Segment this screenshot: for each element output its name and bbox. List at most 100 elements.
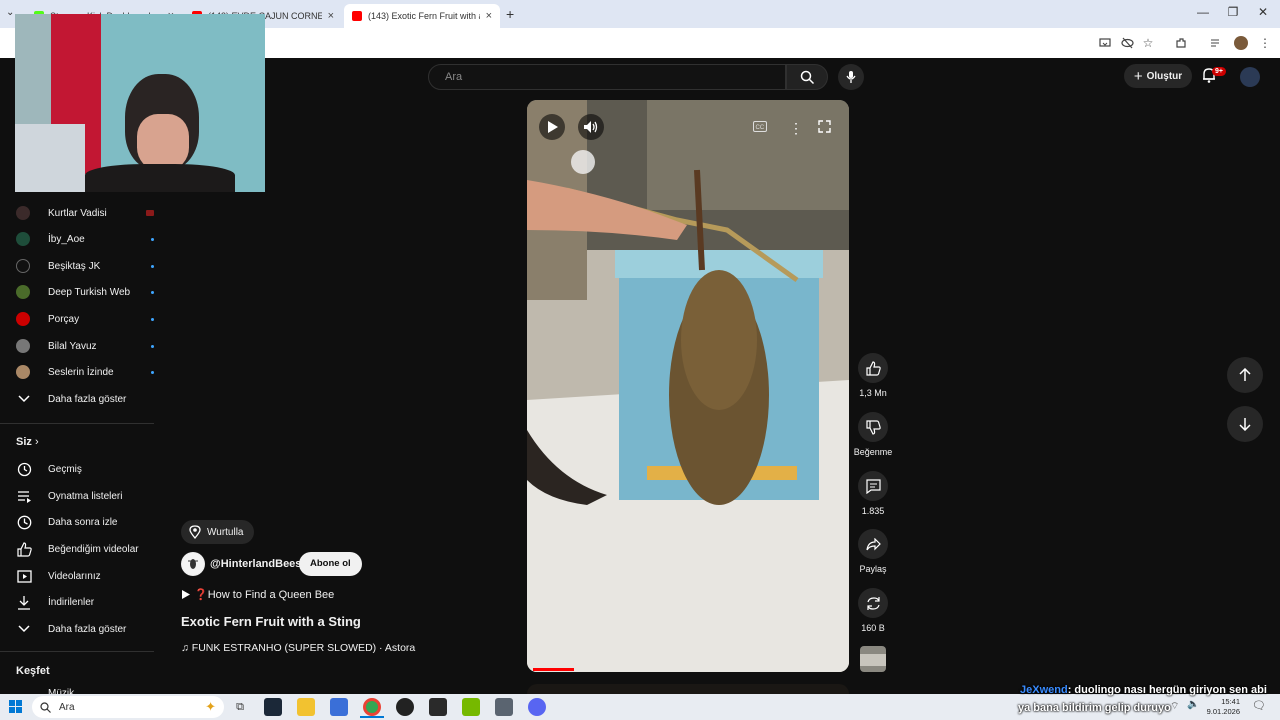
profile-avatar[interactable] xyxy=(1232,34,1250,52)
sidebar-item-playlists[interactable]: Oynatma listeleri xyxy=(16,483,154,509)
chat-username: JeXwend xyxy=(1020,684,1068,696)
wifi-icon[interactable]: ⌔ xyxy=(1170,700,1179,713)
extensions-icon[interactable] xyxy=(1172,34,1190,52)
sidebar-item-seslerin-izinde[interactable]: Seslerin İzinde xyxy=(16,359,154,385)
captions-icon[interactable]: CC xyxy=(753,121,767,132)
you-section-heading[interactable]: Siz › xyxy=(16,436,39,448)
tab-title: (143) Exotic Fern Fruit with a Sti xyxy=(368,11,480,21)
sidebar-item-label: Seslerin İzinde xyxy=(48,366,114,378)
fullscreen-icon[interactable] xyxy=(818,120,831,133)
subscribe-button[interactable]: Abone ol xyxy=(299,552,362,576)
channel-avatar[interactable] xyxy=(181,552,205,576)
more-options-icon[interactable]: ⋮ xyxy=(789,120,803,137)
tab-search-chevron-icon[interactable]: ⌄ xyxy=(6,7,14,18)
app-icon[interactable] xyxy=(495,698,513,716)
dislike-button[interactable]: Beğenme xyxy=(852,412,894,457)
eye-off-icon[interactable] xyxy=(1118,34,1136,52)
channel-name[interactable]: @HinterlandBees xyxy=(210,558,301,570)
speaker-icon[interactable]: 🔈 xyxy=(1187,699,1199,710)
store-icon[interactable] xyxy=(330,698,348,716)
new-content-dot xyxy=(151,237,154,241)
sidebar-item-label: Beşiktaş JK xyxy=(48,260,101,272)
cast-icon[interactable] xyxy=(1096,34,1114,52)
voice-search-button[interactable] xyxy=(838,64,864,90)
next-short-preview[interactable] xyxy=(527,684,849,694)
mute-button[interactable] xyxy=(578,114,604,140)
previous-short-button[interactable] xyxy=(1227,357,1263,393)
related-video-link[interactable]: ❓How to Find a Queen Bee xyxy=(181,588,334,601)
sidebar-item-porcay[interactable]: Porçay xyxy=(16,306,154,332)
short-video-player[interactable]: CC ⋮ xyxy=(527,100,849,672)
tab-youtube-exotic-fern[interactable]: (143) Exotic Fern Fruit with a Sti × xyxy=(344,4,500,28)
music-credit[interactable]: ♫ FUNK ESTRANHO (SUPER SLOWED) · Astora xyxy=(181,642,415,654)
task-view-icon[interactable]: ⧉ xyxy=(231,698,249,716)
search-icon xyxy=(40,701,51,713)
sidebar-item-history[interactable]: Geçmiş xyxy=(16,456,154,482)
account-avatar[interactable] xyxy=(1240,67,1260,87)
play-button[interactable] xyxy=(539,114,565,140)
sidebar-item-watch-later[interactable]: Daha sonra izle xyxy=(16,509,154,535)
live-indicator-icon xyxy=(146,210,154,216)
steam-icon[interactable] xyxy=(264,698,282,716)
thumbs-up-icon xyxy=(858,353,888,383)
search-button[interactable] xyxy=(786,64,828,90)
chevron-down-icon xyxy=(16,621,32,637)
like-count: 1,3 Mn xyxy=(859,388,887,398)
comments-button[interactable]: 1.835 xyxy=(852,471,894,516)
new-content-dot xyxy=(151,370,154,374)
sidebar-item-liked-videos[interactable]: Beğendiğim videolar xyxy=(16,536,154,562)
sidebar-item-besiktas-jk[interactable]: Beşiktaş JK xyxy=(16,253,154,279)
tab-close-icon[interactable]: × xyxy=(328,10,334,22)
next-short-button[interactable] xyxy=(1227,406,1263,442)
file-explorer-icon[interactable] xyxy=(297,698,315,716)
remix-button[interactable]: 160 B xyxy=(852,588,894,633)
plus-icon: + xyxy=(1133,67,1143,85)
volume-icon xyxy=(584,121,598,133)
tab-close-icon[interactable]: × xyxy=(486,10,492,22)
like-icon xyxy=(16,541,32,557)
sidebar-item-bilal-yavuz[interactable]: Bilal Yavuz xyxy=(16,333,154,359)
sidebar-item-iby-aoe[interactable]: İby_Aoe xyxy=(16,226,154,252)
show-more-subscriptions-button[interactable]: Daha fazla göster xyxy=(16,386,154,412)
bookmark-star-icon[interactable]: ☆ xyxy=(1139,34,1157,52)
browser-menu-icon[interactable]: ⋮ xyxy=(1256,34,1274,52)
sidebar-item-downloads[interactable]: İndirilenler xyxy=(16,589,154,615)
sidebar-item-your-videos[interactable]: Videolarınız xyxy=(16,563,154,589)
share-label: Paylaş xyxy=(859,564,887,574)
like-button[interactable]: 1,3 Mn xyxy=(852,353,894,398)
taskbar-clock[interactable]: 15:41 9.01.2026 xyxy=(1200,697,1240,717)
nvidia-icon[interactable] xyxy=(462,698,480,716)
show-more-you-button[interactable]: Daha fazla göster xyxy=(16,616,154,642)
comment-count: 1.835 xyxy=(861,506,885,516)
epic-games-icon[interactable] xyxy=(429,698,447,716)
chrome-icon[interactable] xyxy=(363,698,381,716)
youtube-favicon-icon xyxy=(352,11,362,21)
minimize-button[interactable]: — xyxy=(1188,5,1218,19)
video-progress-bar[interactable] xyxy=(533,668,574,671)
notification-center-icon[interactable]: 🗨 xyxy=(1252,699,1266,712)
you-heading-label: Siz xyxy=(16,436,32,448)
restore-button[interactable]: ❐ xyxy=(1218,5,1248,19)
new-tab-button[interactable]: + xyxy=(506,6,514,22)
sidebar-item-deep-turkish-web[interactable]: Deep Turkish Web xyxy=(16,279,154,305)
video-frame-image xyxy=(527,100,849,672)
close-window-button[interactable]: ✕ xyxy=(1248,5,1278,19)
location-pill[interactable]: Wurtulla xyxy=(181,520,254,544)
create-button[interactable]: + Oluştur xyxy=(1124,64,1192,88)
discord-icon[interactable] xyxy=(528,698,546,716)
taskbar-search-input[interactable]: Ara ✦ xyxy=(32,696,224,718)
short-title[interactable]: Exotic Fern Fruit with a Sting xyxy=(181,614,361,629)
audio-thumbnail[interactable] xyxy=(860,646,886,672)
sidebar-divider xyxy=(0,651,154,652)
sidebar-item-label: İndirilenler xyxy=(48,596,95,608)
sidebar-item-label: Geçmiş xyxy=(48,463,82,475)
share-button[interactable]: Paylaş xyxy=(852,529,894,574)
create-label: Oluştur xyxy=(1146,70,1183,82)
search-input[interactable]: Ara xyxy=(428,64,786,90)
windows-start-icon[interactable] xyxy=(9,700,22,713)
obs-icon[interactable] xyxy=(396,698,414,716)
channel-avatar xyxy=(16,285,30,299)
sidebar-item-kurtlar-vadisi[interactable]: Kurtlar Vadisi xyxy=(16,200,154,226)
your-videos-icon xyxy=(16,568,32,584)
media-controls-icon[interactable] xyxy=(1207,34,1225,52)
